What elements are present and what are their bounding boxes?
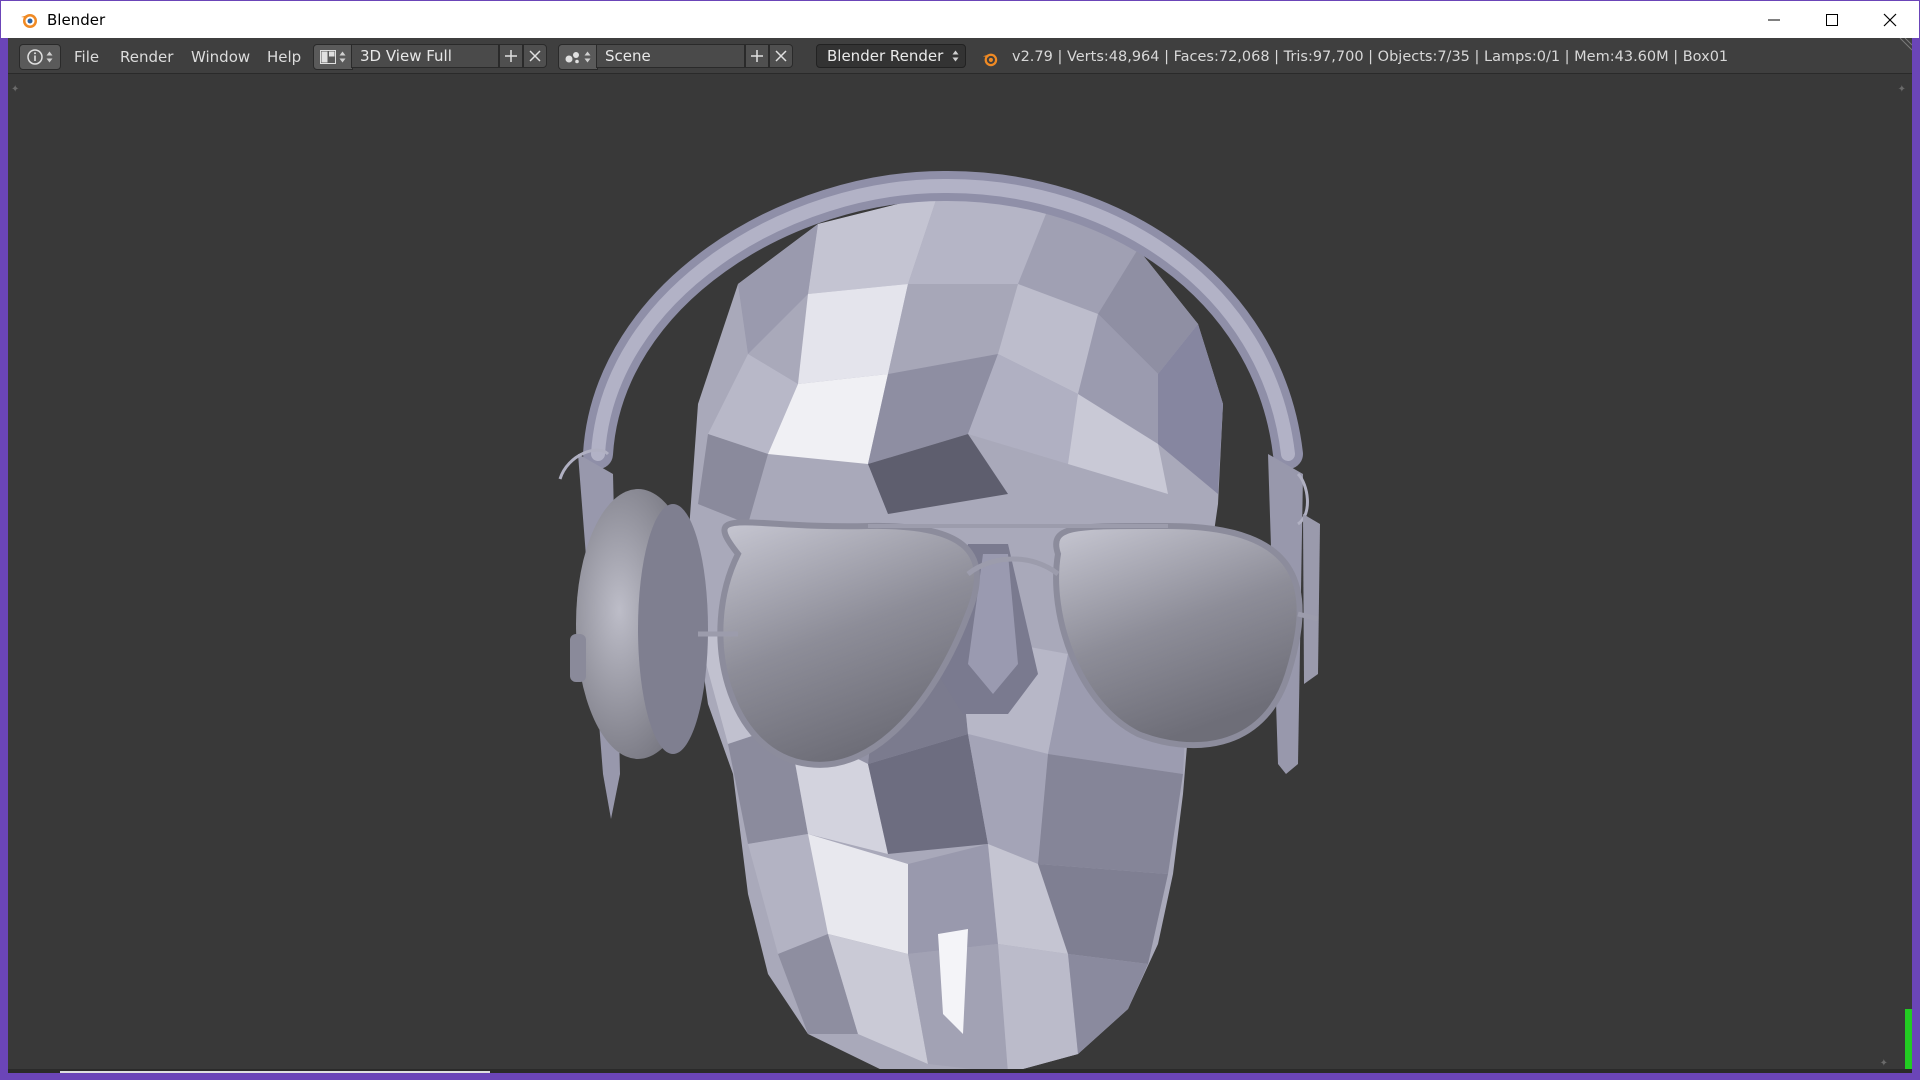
minimize-icon [1768, 19, 1780, 20]
scene-delete-button[interactable] [769, 44, 793, 68]
info-icon [27, 49, 43, 65]
render-engine-selector[interactable]: Blender Render [816, 44, 966, 68]
blender-window: File Render Window Help 3D View Full Sce… [8, 38, 1912, 1073]
updown-arrows-icon [952, 50, 959, 62]
x-icon [529, 50, 541, 62]
skull-model[interactable] [8, 74, 1912, 1073]
menu-file[interactable]: File [74, 45, 99, 69]
blender-logo-icon [982, 53, 998, 67]
updown-arrows-icon [584, 51, 591, 63]
window-controls [1745, 1, 1919, 38]
screen-layout-browse-button[interactable] [313, 44, 353, 70]
maximize-icon [1826, 13, 1838, 26]
3d-viewport[interactable]: ✦ ✦ ✦ [8, 74, 1912, 1073]
screen-layout-add-button[interactable] [499, 44, 523, 68]
window-title: Blender [47, 10, 106, 29]
x-icon [775, 50, 787, 62]
minimize-button[interactable] [1745, 1, 1803, 38]
screen-layout-delete-button[interactable] [523, 44, 547, 68]
area-split-corner-icon[interactable] [1898, 38, 1912, 52]
menu-render[interactable]: Render [120, 45, 173, 69]
menu-window[interactable]: Window [191, 45, 250, 69]
layout-icon [320, 50, 336, 64]
scene-statistics: v2.79 | Verts:48,964 | Faces:72,068 | Tr… [1012, 49, 1729, 65]
close-icon [1883, 13, 1897, 26]
scene-browse-button[interactable] [558, 44, 598, 70]
plus-icon [751, 50, 763, 62]
render-engine-value: Blender Render [827, 47, 944, 65]
scene-icon [565, 52, 579, 64]
maximize-button[interactable] [1803, 1, 1861, 38]
scene-add-button[interactable] [745, 44, 769, 68]
info-header: File Render Window Help 3D View Full Sce… [8, 38, 1912, 74]
scene-value: Scene [605, 47, 651, 65]
screen-layout-field[interactable]: 3D View Full [351, 44, 499, 68]
updown-arrows-icon [339, 51, 346, 63]
title-bar: Blender [1, 1, 1919, 38]
plus-icon [505, 50, 517, 62]
viewport-bottom-edge [8, 1069, 1912, 1073]
scene-field[interactable]: Scene [596, 44, 745, 68]
menu-help[interactable]: Help [267, 45, 301, 69]
blender-logo-icon [21, 13, 37, 28]
scroll-indicator [1905, 1009, 1912, 1073]
screen-layout-value: 3D View Full [360, 47, 452, 65]
updown-arrows-icon [46, 51, 53, 63]
editor-type-selector[interactable] [19, 44, 61, 70]
close-button[interactable] [1861, 1, 1919, 38]
